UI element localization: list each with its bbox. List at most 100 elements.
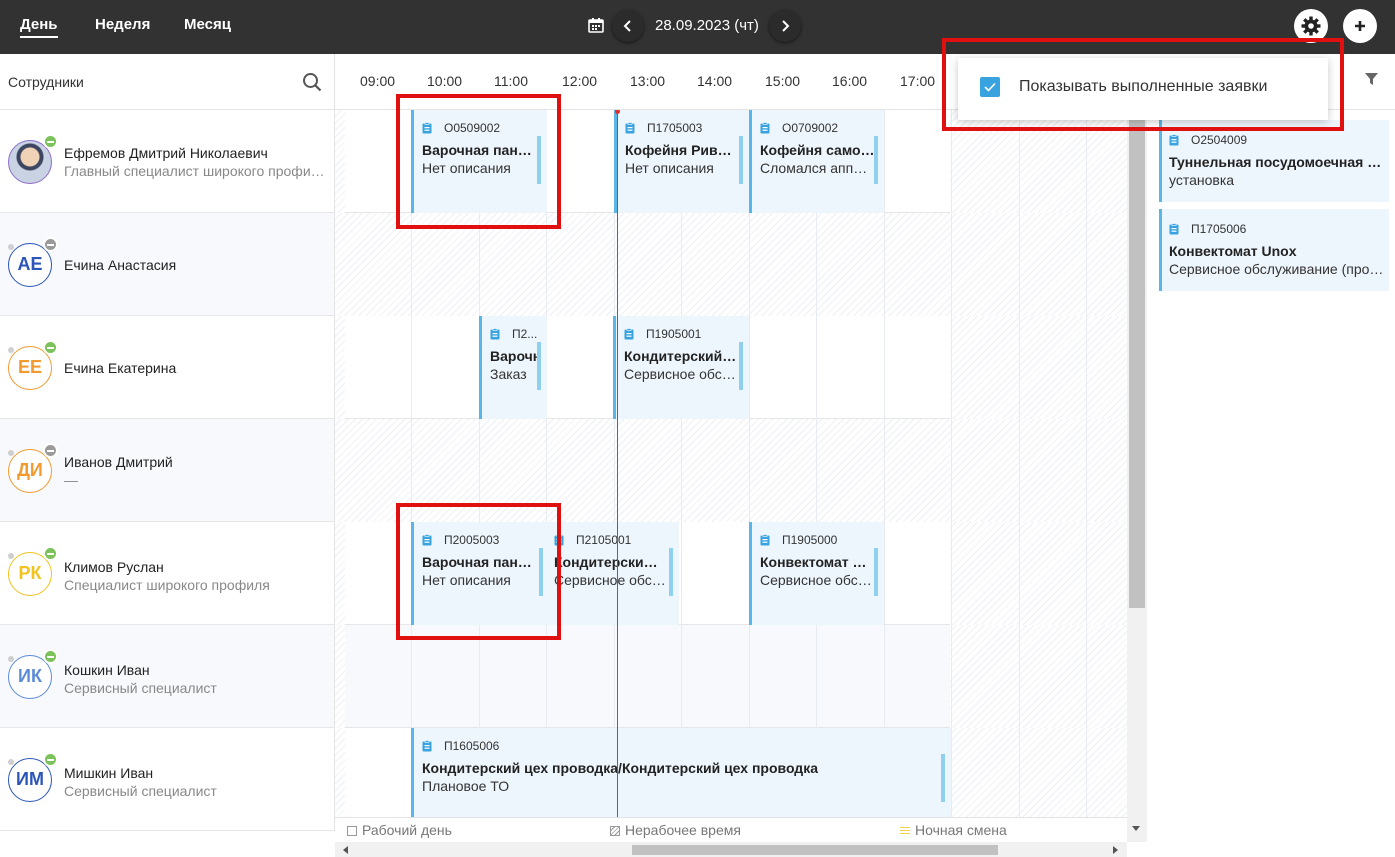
current-date[interactable]: 28.09.2023 (чт) [655, 17, 759, 34]
search-icon[interactable] [302, 72, 322, 92]
legend-off-time: Нерабочее время [610, 822, 741, 838]
tab-day[interactable]: День [20, 16, 58, 38]
event-progress [874, 548, 878, 596]
off-time-area [950, 522, 1127, 625]
event-desc: Сервисное обслуживание [554, 572, 666, 588]
hour-label: 17:00 [900, 73, 936, 89]
event-code: П2... [512, 327, 538, 341]
horizontal-scroll-thumb[interactable] [632, 845, 998, 855]
off-time-area [950, 625, 1127, 728]
event-card[interactable]: О0509002 Варочная панель Нет описания [411, 110, 547, 213]
request-card[interactable]: О2504009 Туннельная посудомоечная машина… [1159, 120, 1389, 202]
event-code: П1605006 [444, 739, 500, 753]
off-time-area [950, 110, 1127, 213]
employee-role: Сервисный специалист [64, 680, 217, 696]
night-shift-swatch [900, 826, 910, 836]
next-day-button[interactable] [769, 10, 801, 42]
calendar-icon[interactable] [588, 17, 604, 33]
schedule-row[interactable] [335, 419, 1127, 522]
event-code: О0509002 [444, 121, 501, 135]
hour-label: 10:00 [427, 73, 463, 89]
event-card[interactable]: П1905001 Кондитерский цех Сервисное обсл… [613, 316, 749, 419]
event-card[interactable]: О0709002 Кофейня самообслуживания Сломал… [749, 110, 884, 213]
status-badge [43, 649, 58, 664]
employee-row[interactable]: ИМ Мишкин Иван Сервисный специалист [0, 728, 335, 831]
vertical-scroll-thumb[interactable] [1129, 118, 1145, 608]
work-day-swatch [347, 826, 357, 836]
event-card[interactable]: П2105001 Кондитерский цех Сервисное обсл… [549, 522, 679, 625]
clipboard-icon [1169, 134, 1179, 146]
event-card[interactable]: П1905000 Конвектомат Unox Сервисное обсл… [749, 522, 884, 625]
request-title: Конвектомат Unox [1169, 243, 1297, 259]
tab-week[interactable]: Неделя [95, 16, 150, 33]
show-completed-checkbox[interactable] [980, 77, 1000, 97]
employee-role: Главный специалист широкого профиля [64, 163, 326, 179]
current-time-line [617, 110, 618, 817]
filter-icon[interactable] [1365, 73, 1378, 85]
request-card[interactable]: П1705006 Конвектомат Unox Сервисное обсл… [1159, 209, 1389, 291]
scroll-right-arrow[interactable] [1113, 846, 1118, 854]
legend-work-day: Рабочий день [347, 822, 452, 838]
hour-gridline [816, 110, 817, 817]
event-card[interactable]: П1605006 Кондитерский цех проводка/Конди… [411, 728, 951, 817]
hour-gridline [749, 110, 750, 817]
off-time-area [335, 419, 1127, 522]
event-title: Кофейня Ривьера [625, 142, 740, 158]
show-completed-label[interactable]: Показывать выполненные заявки [1019, 78, 1267, 96]
employee-row[interactable]: Ефремов Дмитрий Николаевич Главный специ… [0, 110, 335, 213]
settings-button[interactable] [1294, 9, 1328, 43]
status-badge [43, 237, 58, 252]
event-title: Варочная панель [422, 142, 534, 158]
employee-row[interactable]: РК Климов Руслан Специалист широкого про… [0, 522, 335, 625]
event-card[interactable]: П1705003 Кофейня Ривьера Нет описания [614, 110, 749, 213]
off-time-area [335, 625, 345, 728]
event-title: Варочная [490, 348, 538, 364]
off-time-area [335, 522, 345, 625]
vertical-scrollbar[interactable] [1127, 110, 1147, 842]
hour-gridline [479, 110, 480, 817]
employee-name: Ефремов Дмитрий Николаевич [64, 145, 268, 161]
request-code: П1705006 [1191, 222, 1247, 236]
prev-day-button[interactable] [612, 10, 644, 42]
tab-month[interactable]: Месяц [184, 16, 231, 33]
event-code: П2105001 [576, 533, 632, 547]
hour-gridline [411, 110, 412, 817]
hour-gridline [681, 110, 682, 817]
hour-label: 12:00 [562, 73, 598, 89]
hour-label: 13:00 [630, 73, 666, 89]
schedule-row[interactable] [335, 213, 1127, 316]
event-desc: Заказ [490, 366, 527, 382]
hour-gridline [951, 110, 952, 817]
legend-label: Ночная смена [915, 822, 1007, 838]
event-desc: Сломался аппарат [760, 160, 875, 176]
event-code: П1705003 [647, 121, 703, 135]
event-title: Кофейня самообслуживания [760, 142, 875, 158]
event-title: Кондитерский цех [624, 348, 738, 364]
horizontal-scrollbar[interactable] [335, 842, 1127, 857]
event-code: П2005003 [444, 533, 500, 547]
legend-night-shift: Ночная смена [900, 822, 1007, 838]
add-button[interactable] [1343, 9, 1377, 43]
checkmark-icon [984, 82, 996, 92]
off-time-area [950, 316, 1127, 419]
event-progress [874, 136, 878, 184]
event-card[interactable]: П2... Варочная Заказ [479, 316, 547, 419]
employee-name: Иванов Дмитрий [64, 454, 173, 470]
employee-role: Специалист широкого профиля [64, 577, 270, 593]
off-time-area [335, 110, 345, 213]
clipboard-icon [422, 122, 432, 134]
scroll-left-arrow[interactable] [343, 846, 348, 854]
event-card[interactable]: П2005003 Варочная панель Нет описания [411, 522, 549, 625]
event-desc: Сервисное обслуживание [624, 366, 738, 382]
employee-row[interactable]: АЕ Ечина Анастасия [0, 213, 335, 316]
schedule-row[interactable] [335, 625, 1127, 728]
schedule-grid[interactable]: О0509002 Варочная панель Нет описания П1… [335, 110, 1127, 817]
employee-row[interactable]: ДИ Иванов Дмитрий — [0, 419, 335, 522]
employee-row[interactable]: ИК Кошкин Иван Сервисный специалист [0, 625, 335, 728]
chevron-right-icon [782, 20, 790, 32]
chevron-left-icon [623, 20, 631, 32]
scroll-down-arrow[interactable] [1132, 826, 1140, 831]
employee-row[interactable]: ЕЕ Ечина Екатерина [0, 316, 335, 419]
employee-name: Климов Руслан [64, 559, 164, 575]
event-progress [739, 342, 743, 390]
